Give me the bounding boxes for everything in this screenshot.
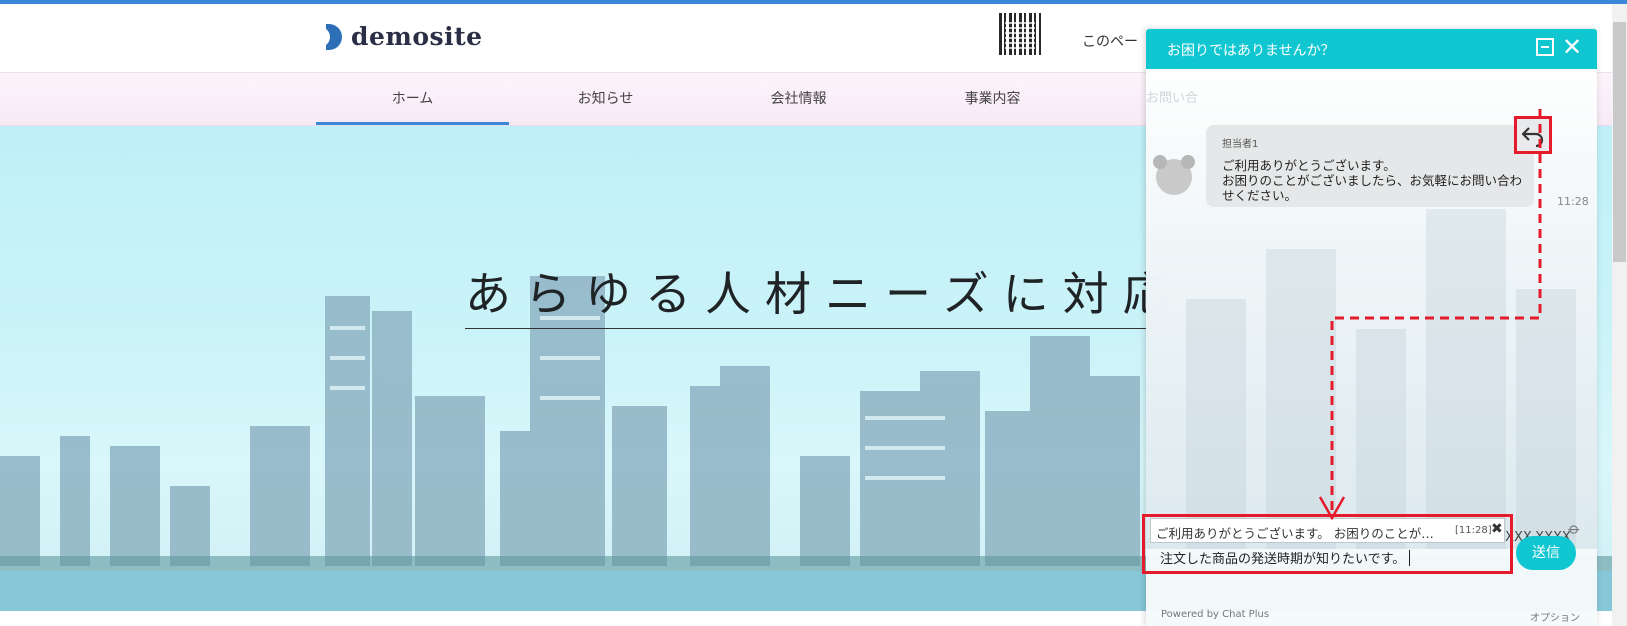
message-time: 11:28 <box>1557 195 1589 208</box>
nav-item-home[interactable]: ホーム <box>316 73 509 125</box>
chat-title: お困りではありませんか？ <box>1167 43 1335 59</box>
nav-item-business[interactable]: 事業内容 <box>896 73 1089 125</box>
nav-item-company[interactable]: 会社情報 <box>702 73 895 125</box>
hero-title: あらゆる人材ニーズに対応 <box>465 258 1183 329</box>
message-line: せください。 <box>1222 188 1298 203</box>
partial-nav-text: お問い合 <box>1146 91 1199 106</box>
header-link[interactable]: このペー <box>1082 31 1138 51</box>
logo-mark-icon <box>320 23 342 50</box>
powered-by-text: Powered by Chat Plus <box>1161 609 1270 620</box>
page-scrollbar-thumb[interactable] <box>1613 22 1626 262</box>
reply-icon <box>1521 127 1544 148</box>
site-logo[interactable]: demosite <box>320 22 483 51</box>
chat-header: お困りではありませんか？ ✕ <box>1146 29 1597 69</box>
input-highlight-frame <box>1142 514 1513 574</box>
agent-avatar <box>1153 155 1195 195</box>
nav-item-news[interactable]: お知らせ <box>509 73 702 125</box>
close-icon[interactable]: ✕ <box>1562 34 1582 60</box>
send-button[interactable]: 送信 <box>1516 536 1576 570</box>
chat-widget: お困りではありませんか？ ✕ お問い合 担当者1 ご利用ありがとうございます。 … <box>1142 29 1597 626</box>
reply-quote-button[interactable] <box>1514 116 1552 154</box>
minimize-icon[interactable] <box>1536 38 1554 56</box>
logo-text: demosite <box>351 22 483 51</box>
qr-code-image <box>999 13 1041 55</box>
options-link[interactable]: オプション <box>1530 609 1580 624</box>
message-bubble: 担当者1 ご利用ありがとうございます。 お困りのことがございましたら、お気軽にお… <box>1206 125 1534 207</box>
chat-body: お問い合 担当者1 ご利用ありがとうございます。 お困りのことがございましたら、… <box>1146 69 1597 549</box>
message-author: 担当者1 <box>1222 139 1259 150</box>
